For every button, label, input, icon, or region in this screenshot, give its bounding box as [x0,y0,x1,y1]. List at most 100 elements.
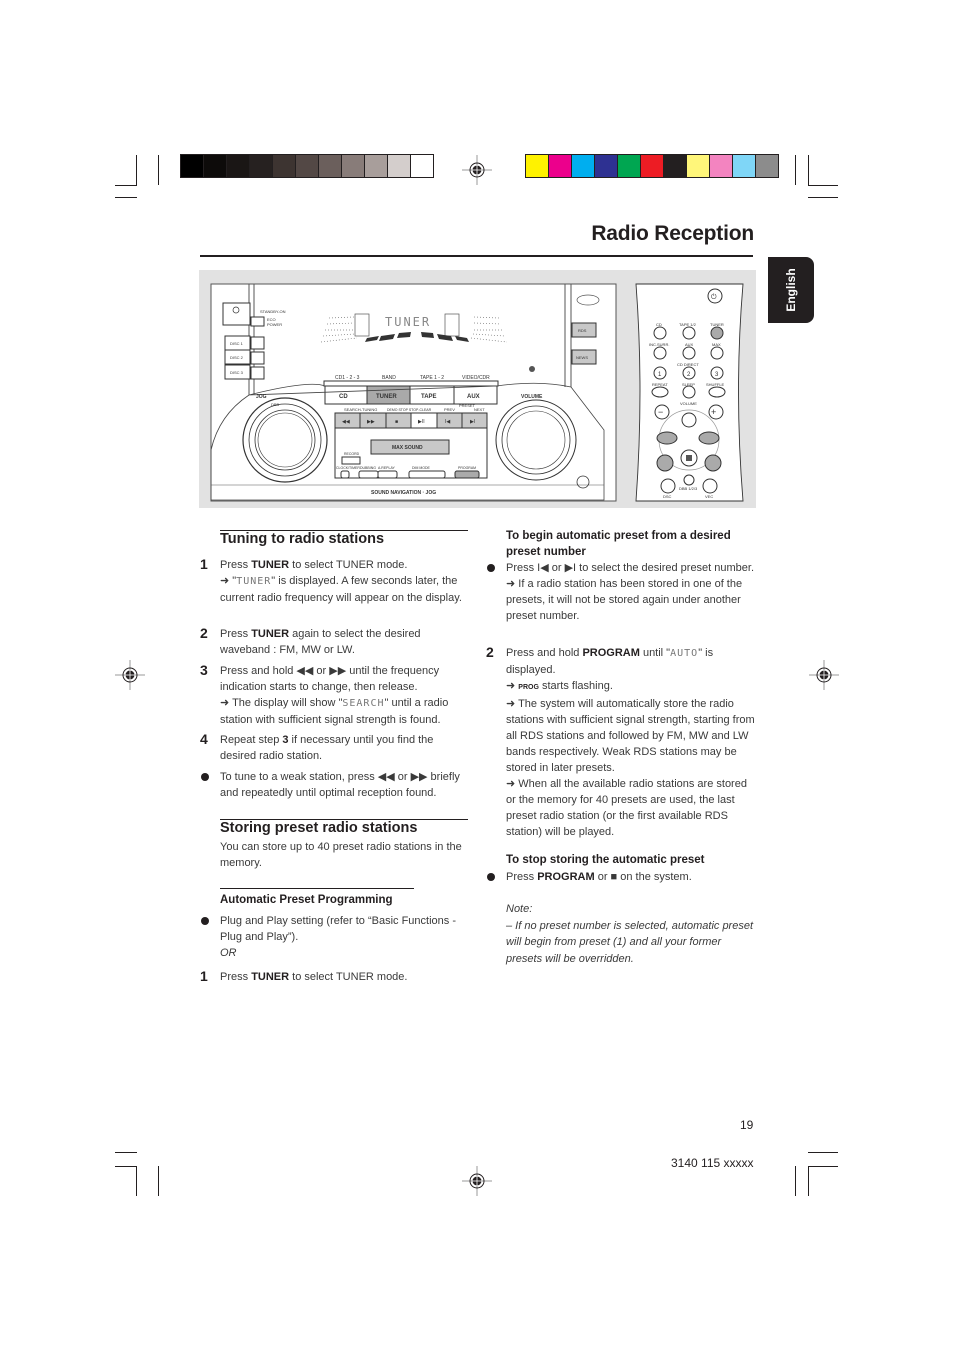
program-button[interactable] [454,470,480,479]
text: ➜ When all the available radio stations … [506,778,747,838]
rewind-icon: ◀◀ [342,419,350,425]
lcd-text: TUNER [236,576,272,587]
remote-label: CD DIRECT [677,362,699,367]
remote-label: MAX [712,342,721,347]
disc-1-label: DISC 1 [230,341,244,346]
search-tuning-label: SEARCH-TUNING [344,407,377,412]
clock-timer-button[interactable] [340,470,350,479]
language-tab-label: English [784,268,798,312]
crop-mark [158,1166,159,1196]
remote-repeat-button[interactable] [651,386,669,398]
tuning-step-3: Press and hold ◀◀ or ▶▶ until the freque… [220,663,470,728]
color-swatch [249,154,273,178]
note-text: – If no preset number is selected, autom… [506,919,754,965]
text: Plug and Play setting (refer to “Basic F… [220,915,456,943]
a-replay-label: A.REPLAY [378,466,396,470]
stop-button[interactable] [385,412,412,429]
volume-knob[interactable] [495,399,577,481]
text: ➜ The system will automatically store th… [506,698,755,774]
text: starts flashing. [538,680,613,692]
color-swatch [686,154,710,178]
prev-icon: I◀ [445,419,450,425]
source-sublabel: TAPE 1 - 2 [420,375,444,381]
program-step-2: Press and hold PROGRAM until "AUTO" is d… [506,645,756,840]
remote-next-button[interactable] [698,431,720,445]
remote-rewind-button[interactable] [656,454,674,472]
tuning-step-1: Press TUNER to select TUNER mode. ➜ "TUN… [220,557,470,606]
plug-and-play-item: Plug and Play setting (refer to “Basic F… [220,913,470,961]
power-icon: ⏻ [711,293,717,301]
remote-cd-button[interactable] [653,326,667,340]
jog-label: JOG [256,394,267,400]
remote-dsc-button[interactable] [660,478,676,494]
standby-label: STANDBY-ON [260,309,286,314]
clock-timer-label: CLOCK/TIMER [336,466,360,470]
color-swatch [226,154,250,178]
news-label: NEWS [576,355,588,360]
color-swatch [709,154,733,178]
title-divider [200,255,753,257]
dubbing-button[interactable] [358,470,379,479]
remote-tuner-button[interactable] [710,326,724,340]
grey-calibration-bar [180,154,434,178]
remote-vec-button[interactable] [702,478,718,494]
crop-mark [115,197,137,198]
stop-icon: ■ [395,419,398,425]
crop-mark [115,1152,137,1153]
storing-step-1: Press TUNER to select TUNER mode. [220,969,470,985]
record-button[interactable] [341,456,361,465]
text: ➜ The display will show " [220,697,343,709]
remote-tape-button[interactable] [682,326,696,340]
lcd-text: SEARCH [342,698,385,709]
crop-mark [795,155,796,185]
text: Press and hold ◀◀ or ▶▶ until the freque… [220,665,440,693]
remote-label: DSC [663,494,672,499]
remote-sleep-button[interactable] [682,385,696,399]
color-swatch [318,154,342,178]
prev-label: PREV [444,407,455,412]
record-label: RECORD [344,452,360,456]
color-swatch [295,154,319,178]
color-swatch [341,154,365,178]
stereo-system-drawing: STANDBY-ON ECO POWER DISC 1 DISC 2 DISC … [210,283,744,502]
dim-mode-button[interactable] [408,470,446,479]
remote-inc-surr-button[interactable] [653,346,667,360]
remote-play-pause-button[interactable] [681,412,697,428]
arrow-icon: ➜ [506,680,519,692]
display-readout: TUNER [385,315,431,329]
bullet-icon [201,773,209,781]
text: Press [220,971,252,983]
bullet-icon [487,564,495,572]
remote-shuffle-button[interactable] [708,386,726,398]
color-swatch [571,154,595,178]
remote-aux-button[interactable] [682,346,696,360]
remote-max-button[interactable] [710,346,724,360]
source-buttons: CD TUNER TAPE AUX [324,385,498,405]
stop-clear-label: DEMO STOP STOP-CLEAR [387,408,432,412]
a-replay-button[interactable] [377,470,398,479]
crop-mark [795,1166,796,1196]
disc-3-label: DISC 3 [230,370,244,375]
remote-dbb-button[interactable] [683,474,695,486]
text: Press and hold [506,647,583,659]
document-code: 3140 115 xxxxx [671,1156,754,1170]
next-icon: ▶I [470,419,475,425]
program-label: PROGRAM [458,466,476,470]
storing-heading: Storing preset radio stations [220,820,418,836]
text: until " [639,647,671,659]
remote-prev-button[interactable] [656,431,678,445]
color-swatch [617,154,641,178]
crop-mark [115,1166,137,1167]
color-calibration-bar [525,154,779,178]
color-swatch [548,154,572,178]
remote-ff-button[interactable] [704,454,722,472]
crop-mark [808,155,809,185]
svg-text:POWER: POWER [267,322,282,327]
language-tab: English [768,257,814,323]
svg-text:−: − [658,407,663,417]
eco-power-button[interactable] [250,316,265,327]
crop-mark [808,1166,809,1196]
fast-forward-icon: ▶▶ [367,419,375,425]
prog-indicator: PROG [518,684,539,691]
crop-mark [808,1152,838,1153]
